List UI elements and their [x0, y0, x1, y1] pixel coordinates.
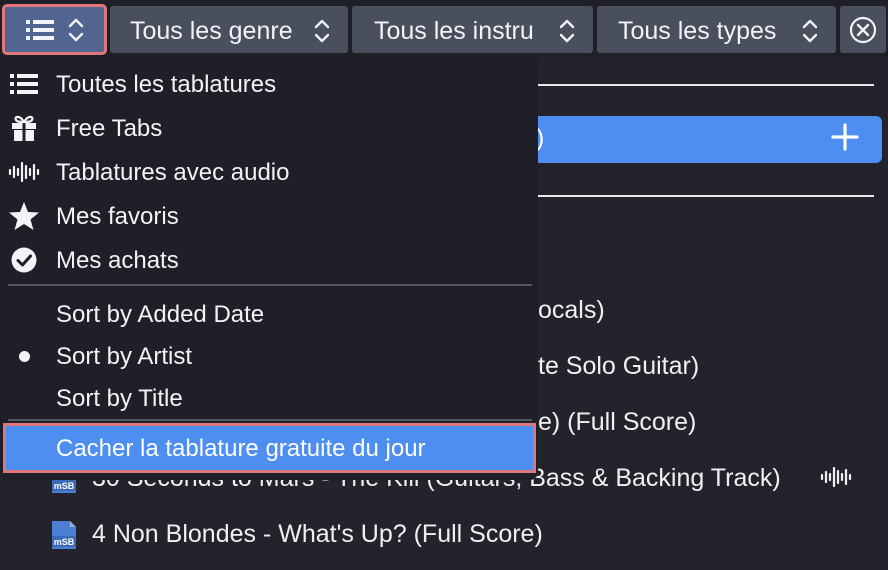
msb-badge: mSB	[54, 537, 75, 547]
type-select-label: Tous les types	[618, 17, 777, 45]
list-menu-button[interactable]	[2, 4, 107, 55]
gift-icon	[12, 115, 36, 141]
audio-wave-icon	[8, 161, 40, 183]
instrument-select[interactable]: Tous les instru	[352, 6, 593, 53]
view-dropdown-menu: Toutes les tablatures Free Tabs Tablatur…	[0, 57, 538, 480]
menu-separator	[8, 419, 532, 421]
menu-item-all-tabs[interactable]: Toutes les tablatures	[0, 61, 538, 105]
score-title: 4 Non Blondes - What's Up? (Full Score)	[92, 520, 543, 548]
audio-wave-icon	[820, 466, 852, 488]
menu-item-label: Mes favoris	[56, 203, 179, 230]
list-item[interactable]: mSB 4 Non Blondes - What's Up? (Full Sco…	[50, 516, 650, 556]
genre-select[interactable]: Tous les genre	[110, 6, 348, 53]
clear-filters-button[interactable]	[840, 6, 886, 53]
list-icon	[10, 74, 38, 94]
list-divider	[538, 195, 874, 197]
star-icon	[9, 202, 39, 230]
list-item[interactable]: ocals)	[538, 296, 605, 325]
plus-icon[interactable]	[830, 122, 860, 152]
msb-file-icon: mSB	[52, 521, 76, 549]
menu-item-label: Sort by Added Date	[56, 301, 265, 328]
list-divider	[538, 84, 874, 86]
chevron-updown-icon	[68, 18, 84, 42]
menu-item-favorites[interactable]: Mes favoris	[0, 193, 538, 237]
menu-item-sort-added-date[interactable]: Sort by Added Date	[0, 291, 538, 335]
menu-item-free-tabs[interactable]: Free Tabs	[0, 105, 538, 149]
menu-item-tabs-with-audio[interactable]: Tablatures avec audio	[0, 149, 538, 193]
list-icon	[26, 20, 54, 40]
chevron-updown-icon	[314, 19, 330, 43]
chevron-updown-icon	[802, 19, 818, 43]
selected-dot-icon	[18, 350, 30, 362]
menu-item-label: Sort by Artist	[56, 343, 193, 370]
menu-item-purchases[interactable]: Mes achats	[0, 237, 538, 281]
menu-item-sort-title[interactable]: Sort by Title	[0, 375, 538, 419]
filter-toolbar: Tous les genre Tous les instru Tous les …	[0, 0, 888, 57]
menu-item-label: Sort by Title	[56, 385, 183, 412]
menu-item-label: Tablatures avec audio	[56, 159, 290, 186]
instrument-select-label: Tous les instru	[374, 17, 534, 45]
list-item[interactable]: e) (Full Score)	[538, 408, 696, 437]
menu-item-hide-free-tab[interactable]: Cacher la tablature gratuite du jour	[3, 423, 536, 473]
list-item[interactable]: te Solo Guitar)	[538, 352, 699, 381]
menu-item-label: Toutes les tablatures	[56, 71, 277, 98]
menu-item-label: Mes achats	[56, 247, 179, 274]
menu-item-sort-artist[interactable]: Sort by Artist	[0, 333, 538, 377]
menu-item-label: Free Tabs	[56, 115, 163, 142]
chevron-updown-icon	[559, 19, 575, 43]
check-circle-icon	[11, 247, 37, 273]
menu-item-label: Cacher la tablature gratuite du jour	[56, 435, 426, 462]
close-circle-icon	[849, 16, 877, 44]
type-select[interactable]: Tous les types	[597, 6, 836, 53]
genre-select-label: Tous les genre	[130, 17, 293, 45]
msb-badge: mSB	[54, 481, 75, 491]
add-score-bar[interactable]: )	[510, 116, 882, 163]
menu-separator	[8, 284, 532, 286]
